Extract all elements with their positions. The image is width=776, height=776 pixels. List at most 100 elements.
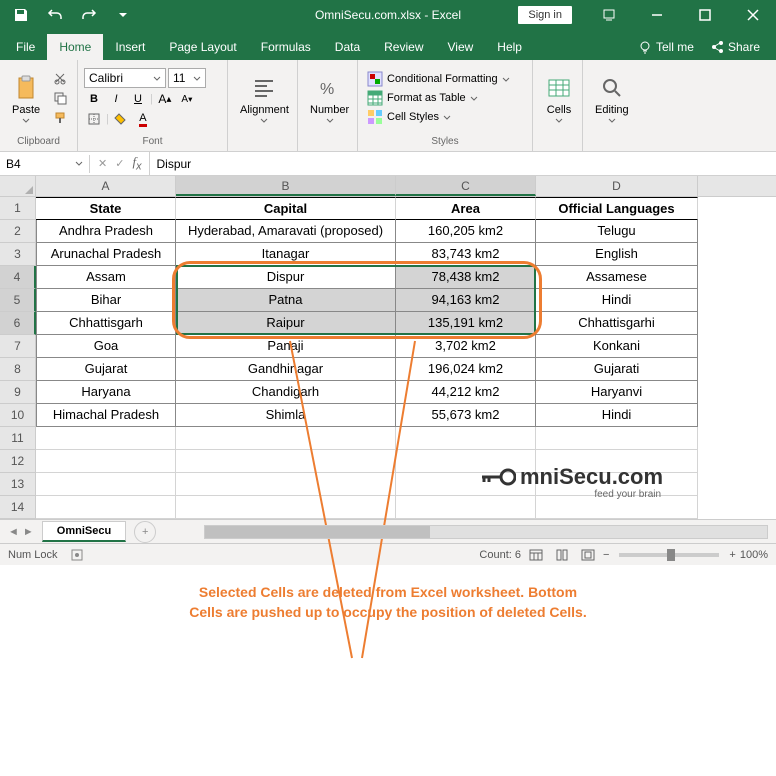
cell[interactable]: [536, 427, 698, 450]
zoom-in-button[interactable]: +: [729, 549, 735, 561]
format-painter-icon[interactable]: [50, 109, 70, 127]
row-header[interactable]: 9: [0, 381, 36, 404]
cell[interactable]: Hindi: [536, 404, 698, 427]
fill-color-icon[interactable]: [111, 110, 131, 128]
redo-icon[interactable]: [76, 2, 102, 28]
cell[interactable]: [36, 473, 176, 496]
page-layout-view-icon[interactable]: [551, 546, 573, 564]
tab-help[interactable]: Help: [485, 34, 534, 60]
tab-data[interactable]: Data: [323, 34, 372, 60]
fx-icon[interactable]: fx: [132, 154, 141, 173]
cell[interactable]: [176, 427, 396, 450]
cell[interactable]: English: [536, 243, 698, 266]
row-header[interactable]: 2: [0, 220, 36, 243]
increase-font-icon[interactable]: A▴: [155, 90, 175, 108]
sign-in-button[interactable]: Sign in: [518, 6, 572, 24]
cell[interactable]: Bihar: [36, 289, 176, 312]
cell[interactable]: Panaji: [176, 335, 396, 358]
cell[interactable]: Konkani: [536, 335, 698, 358]
share-button[interactable]: Share: [702, 34, 768, 60]
cell[interactable]: 160,205 km2: [396, 220, 536, 243]
enter-formula-icon[interactable]: ✓: [115, 157, 124, 170]
cell[interactable]: 83,743 km2: [396, 243, 536, 266]
cell[interactable]: Haryanvi: [536, 381, 698, 404]
cell[interactable]: Raipur: [176, 312, 396, 335]
cell[interactable]: Telugu: [536, 220, 698, 243]
cell[interactable]: Haryana: [36, 381, 176, 404]
cell[interactable]: 135,191 km2: [396, 312, 536, 335]
tell-me-button[interactable]: Tell me: [630, 34, 702, 60]
cell[interactable]: Area: [396, 197, 536, 220]
sheet-nav-prev-icon[interactable]: ◄: [8, 526, 19, 538]
tab-file[interactable]: File: [4, 34, 47, 60]
cell[interactable]: Shimla: [176, 404, 396, 427]
column-header-b[interactable]: B: [176, 176, 396, 196]
row-header[interactable]: 12: [0, 450, 36, 473]
cell[interactable]: 55,673 km2: [396, 404, 536, 427]
cell[interactable]: [36, 496, 176, 519]
cell[interactable]: Assam: [36, 266, 176, 289]
italic-button[interactable]: I: [106, 90, 126, 108]
tab-formulas[interactable]: Formulas: [249, 34, 323, 60]
macro-record-icon[interactable]: [70, 548, 84, 562]
underline-button[interactable]: U: [128, 90, 148, 108]
cell[interactable]: Gujarat: [36, 358, 176, 381]
bold-button[interactable]: B: [84, 90, 104, 108]
normal-view-icon[interactable]: [525, 546, 547, 564]
row-header[interactable]: 8: [0, 358, 36, 381]
font-color-icon[interactable]: A: [133, 110, 153, 128]
cell[interactable]: 3,702 km2: [396, 335, 536, 358]
zoom-slider[interactable]: [619, 553, 719, 557]
cell[interactable]: [176, 450, 396, 473]
cell[interactable]: [176, 473, 396, 496]
row-header[interactable]: 10: [0, 404, 36, 427]
row-header[interactable]: 4: [0, 266, 36, 289]
tab-review[interactable]: Review: [372, 34, 435, 60]
row-header[interactable]: 3: [0, 243, 36, 266]
cell[interactable]: [36, 450, 176, 473]
close-icon[interactable]: [730, 0, 776, 30]
cell[interactable]: Goa: [36, 335, 176, 358]
font-size-select[interactable]: 11: [168, 68, 206, 88]
cell[interactable]: State: [36, 197, 176, 220]
cell[interactable]: 44,212 km2: [396, 381, 536, 404]
tab-home[interactable]: Home: [47, 34, 103, 60]
cell[interactable]: Arunachal Pradesh: [36, 243, 176, 266]
cell-styles-button[interactable]: Cell Styles: [364, 108, 454, 126]
save-icon[interactable]: [8, 2, 34, 28]
sheet-tab-active[interactable]: OmniSecu: [42, 521, 126, 542]
horizontal-scrollbar[interactable]: [204, 525, 768, 539]
cell[interactable]: Himachal Pradesh: [36, 404, 176, 427]
column-header-d[interactable]: D: [536, 176, 698, 196]
format-as-table-button[interactable]: Format as Table: [364, 89, 481, 107]
borders-icon[interactable]: [84, 110, 104, 128]
cell[interactable]: Hindi: [536, 289, 698, 312]
row-header[interactable]: 7: [0, 335, 36, 358]
row-header[interactable]: 6: [0, 312, 36, 335]
cell[interactable]: [396, 427, 536, 450]
cell[interactable]: Official Languages: [536, 197, 698, 220]
font-name-select[interactable]: Calibri: [84, 68, 166, 88]
ribbon-display-options-icon[interactable]: [586, 0, 632, 30]
cell[interactable]: 196,024 km2: [396, 358, 536, 381]
cell[interactable]: Chhattisgarh: [36, 312, 176, 335]
cell[interactable]: Gujarati: [536, 358, 698, 381]
cell[interactable]: Patna: [176, 289, 396, 312]
editing-button[interactable]: Editing: [589, 70, 635, 127]
qat-dropdown-icon[interactable]: [110, 2, 136, 28]
tab-view[interactable]: View: [436, 34, 486, 60]
minimize-icon[interactable]: [634, 0, 680, 30]
tab-page-layout[interactable]: Page Layout: [157, 34, 248, 60]
cell[interactable]: [176, 496, 396, 519]
add-sheet-button[interactable]: +: [134, 521, 156, 543]
tab-insert[interactable]: Insert: [103, 34, 157, 60]
cell[interactable]: Chhattisgarhi: [536, 312, 698, 335]
decrease-font-icon[interactable]: A▾: [177, 90, 197, 108]
cell[interactable]: [36, 427, 176, 450]
page-break-view-icon[interactable]: [577, 546, 599, 564]
column-header-a[interactable]: A: [36, 176, 176, 196]
paste-button[interactable]: Paste: [6, 70, 46, 127]
cell[interactable]: [396, 496, 536, 519]
row-header[interactable]: 1: [0, 197, 36, 220]
alignment-button[interactable]: Alignment: [234, 70, 295, 127]
